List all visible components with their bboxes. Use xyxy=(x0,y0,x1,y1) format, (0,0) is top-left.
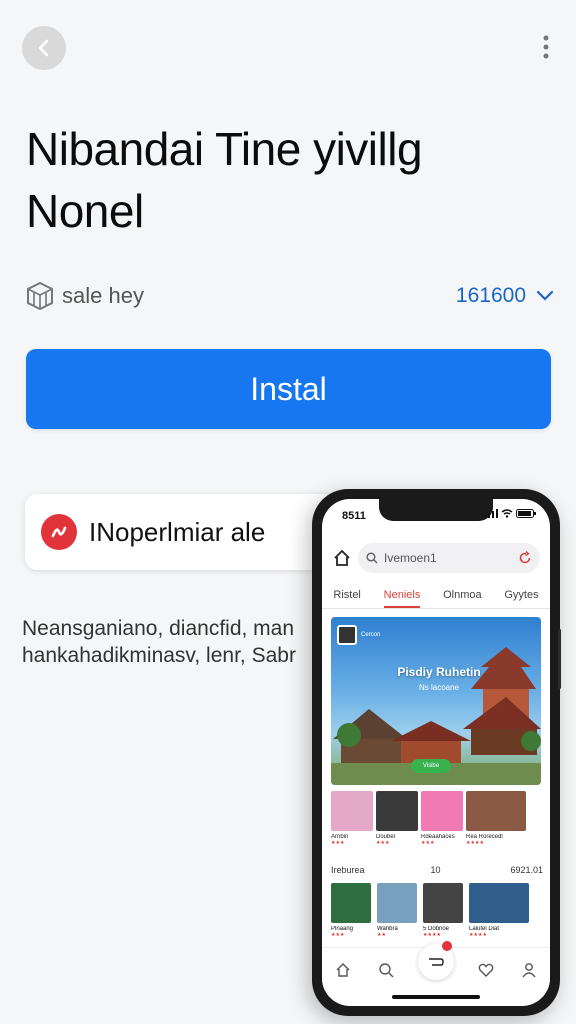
phone-search-input[interactable]: Ivemoen1 xyxy=(358,543,540,573)
back-button[interactable] xyxy=(22,26,66,70)
tab-neniels[interactable]: Neniels xyxy=(383,583,421,608)
featured-item[interactable]: Lalutel Diat ★★★★ xyxy=(469,883,529,938)
featured-item[interactable]: Plnaang ★★★ xyxy=(331,883,371,938)
refresh-icon[interactable] xyxy=(518,551,532,565)
featured-image xyxy=(331,883,371,923)
chip-label: INoperlmiar ale xyxy=(89,516,266,547)
featured-header: Ireburea 10 6921.01 xyxy=(331,865,543,875)
tab-gyytes[interactable]: Gyytes xyxy=(504,583,538,608)
featured-list: Plnaang ★★★ Wanbra ★★ 5 Dobnoe ★★★★ Lalu… xyxy=(331,883,550,938)
thumb-rating: ★★★ xyxy=(376,840,390,846)
version-label: 161600 xyxy=(455,284,526,307)
phone-search-row: Ivemoen1 xyxy=(332,543,540,573)
thumb-rating: ★★★★ xyxy=(466,840,484,846)
featured-image xyxy=(377,883,417,923)
status-icons xyxy=(484,509,536,518)
thumb-item[interactable]: Rdeaahaces ★★★ xyxy=(421,791,463,846)
thumb-image xyxy=(421,791,463,831)
phone-bottom-nav xyxy=(322,940,550,991)
nav-cart[interactable] xyxy=(417,940,454,980)
phone-search-placeholder: Ivemoen1 xyxy=(384,551,437,565)
phone-thumbs: Arnbin ★★★ Doubel ★★★ Rdeaahaces ★★★ Rea… xyxy=(331,791,550,846)
home-indicator xyxy=(392,995,480,999)
home-icon xyxy=(336,962,350,977)
profile-icon xyxy=(522,962,536,977)
chevron-left-icon xyxy=(38,39,49,57)
wifi-icon xyxy=(501,509,513,518)
thumb-rating: ★★★ xyxy=(421,840,435,846)
featured-rating: ★★★★ xyxy=(423,932,441,938)
thumb-image xyxy=(376,791,418,831)
status-time: 8511 xyxy=(342,510,366,522)
search-icon xyxy=(366,552,378,564)
app-title: Nibandai Tine yivillg Nonel xyxy=(26,123,423,237)
nav-search[interactable] xyxy=(376,960,396,980)
search-icon xyxy=(378,962,394,977)
featured-count: 10 xyxy=(430,865,441,875)
featured-label: Ireburea xyxy=(331,865,365,875)
featured-image xyxy=(423,883,463,923)
phone-tabs: Ristel Neniels Olnmoa Gyytes xyxy=(322,583,550,609)
phone-side-button xyxy=(558,629,561,689)
banner-visit-button[interactable]: Visibe xyxy=(411,759,451,773)
thumb-item[interactable]: Doubel ★★★ xyxy=(376,791,418,846)
feature-chip[interactable]: INoperlmiar ale xyxy=(25,494,335,570)
chevron-down-icon xyxy=(536,290,554,301)
home-icon[interactable] xyxy=(332,548,352,568)
featured-rating: ★★ xyxy=(377,932,386,938)
featured-rating: ★★★★ xyxy=(469,932,487,938)
thumb-item[interactable]: Arnbin ★★★ xyxy=(331,791,373,846)
featured-rating: ★★★ xyxy=(331,932,345,938)
seller-row: sale hey 161600 xyxy=(24,278,554,314)
spark-icon xyxy=(41,514,77,550)
seller-name: sale hey xyxy=(62,283,144,308)
nav-home[interactable] xyxy=(333,960,353,980)
nav-favorites[interactable] xyxy=(476,960,496,980)
heart-icon xyxy=(479,963,494,977)
more-button[interactable] xyxy=(530,30,562,64)
thumb-image xyxy=(331,791,373,831)
phone-screen: 8511 Ivemoen1 Ristel Neniels Olnmoa Gyyt… xyxy=(322,499,550,1006)
featured-right: 6921.01 xyxy=(510,865,543,875)
tab-ristel[interactable]: Ristel xyxy=(333,583,361,608)
install-button[interactable]: Instal xyxy=(26,349,551,429)
more-vertical-icon xyxy=(543,35,549,59)
phone-banner[interactable]: Cercon Pisdiy Ruhetin Ns lacoane Visibe xyxy=(331,617,541,785)
phone-notch xyxy=(379,499,493,521)
cube-icon xyxy=(27,281,53,311)
install-label: Instal xyxy=(250,370,327,407)
featured-item[interactable]: 5 Dobnoe ★★★★ xyxy=(423,883,463,938)
cart-badge xyxy=(441,940,452,951)
signal-icon xyxy=(484,509,498,518)
nav-profile[interactable] xyxy=(519,960,539,980)
featured-item[interactable]: Wanbra ★★ xyxy=(377,883,417,938)
description-text: Neansganiano, diancfid, man hankahadikmi… xyxy=(22,615,317,671)
thumb-item[interactable]: Rea Rorecedl ★★★★ xyxy=(466,791,526,846)
tab-olnmoa[interactable]: Olnmoa xyxy=(443,583,482,608)
featured-image xyxy=(469,883,529,923)
version-selector[interactable]: 161600 xyxy=(456,284,554,308)
battery-icon xyxy=(516,509,536,518)
cart-icon xyxy=(428,957,444,966)
thumb-rating: ★★★ xyxy=(331,840,345,846)
thumb-image xyxy=(466,791,526,831)
description-body: Neansganiano, diancfid, man hankahadikmi… xyxy=(22,617,296,667)
phone-mockup: 8511 Ivemoen1 Ristel Neniels Olnmoa Gyyt… xyxy=(312,489,561,1016)
